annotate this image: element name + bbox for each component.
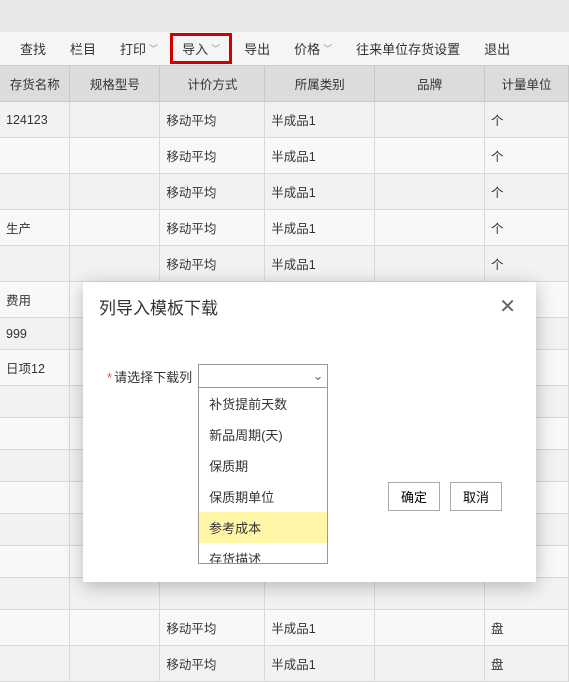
dropdown-option[interactable]: 保质期单位 (199, 481, 327, 512)
cell: 盘 (485, 646, 569, 682)
dialog-body: *请选择下载列 ⌄ 补货提前天数新品周期(天)保质期保质期单位参考成本存货描述猜… (83, 334, 536, 388)
download-column-label: *请选择下载列 (107, 364, 192, 386)
cancel-button[interactable]: 取消 (450, 482, 502, 511)
cell (0, 646, 70, 682)
import-template-dialog: 列导入模板下载 ✕ *请选择下载列 ⌄ 补货提前天数新品周期(天)保质期保质期单… (83, 282, 536, 582)
dialog-header: 列导入模板下载 ✕ (83, 282, 536, 334)
dropdown-option[interactable]: 新品周期(天) (199, 419, 327, 450)
cell (375, 646, 485, 682)
download-column-row: *请选择下载列 ⌄ 补货提前天数新品周期(天)保质期保质期单位参考成本存货描述猜… (107, 364, 328, 388)
required-asterisk: * (107, 370, 112, 385)
dropdown-option[interactable]: 保质期 (199, 450, 327, 481)
close-icon[interactable]: ✕ (495, 294, 520, 319)
download-column-select[interactable] (198, 364, 328, 388)
dialog-buttons: 确定 取消 (388, 482, 502, 511)
dropdown-option[interactable]: 补货提前天数 (199, 388, 327, 419)
download-column-dropdown: 补货提前天数新品周期(天)保质期保质期单位参考成本存货描述猜一猜 (198, 387, 328, 564)
ok-button[interactable]: 确定 (388, 482, 440, 511)
download-column-select-wrap: ⌄ 补货提前天数新品周期(天)保质期保质期单位参考成本存货描述猜一猜 (198, 364, 328, 388)
dropdown-option[interactable]: 参考成本 (199, 512, 327, 543)
cell: 半成品1 (265, 646, 375, 682)
cell: 移动平均 (160, 646, 265, 682)
dropdown-option[interactable]: 存货描述 (199, 543, 327, 563)
table-row[interactable]: 移动平均半成品1 盘 (0, 646, 569, 682)
dialog-title: 列导入模板下载 (99, 294, 218, 319)
cell (70, 646, 160, 682)
dialog-backdrop: 列导入模板下载 ✕ *请选择下载列 ⌄ 补货提前天数新品周期(天)保质期保质期单… (0, 0, 569, 628)
